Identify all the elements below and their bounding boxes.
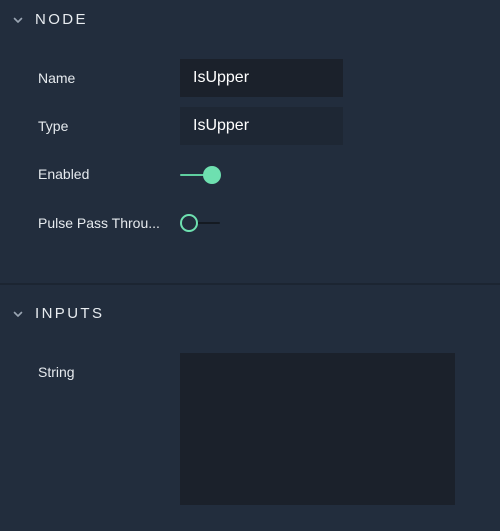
section-divider (0, 283, 500, 285)
chevron-down-icon[interactable] (12, 308, 24, 320)
node-section-title: NODE (35, 11, 88, 28)
pulse-pass-through-toggle[interactable] (180, 213, 222, 233)
name-label: Name (38, 70, 76, 86)
name-input[interactable]: IsUpper (180, 59, 343, 97)
properties-panel: NODE Name IsUpper Type IsUpper Enabled P… (0, 0, 500, 531)
chevron-down-icon[interactable] (12, 14, 24, 26)
pulse-pass-through-label: Pulse Pass Throu... (38, 215, 160, 231)
enabled-toggle[interactable] (180, 165, 222, 185)
enabled-label: Enabled (38, 166, 90, 182)
type-label: Type (38, 118, 69, 134)
toggle-knob[interactable] (203, 166, 221, 184)
toggle-knob[interactable] (180, 214, 198, 232)
inputs-section-header[interactable]: INPUTS (0, 299, 500, 329)
string-input[interactable] (180, 353, 455, 505)
string-label: String (38, 364, 75, 380)
inputs-section-title: INPUTS (35, 305, 105, 322)
type-value: IsUpper (180, 107, 343, 145)
node-section-header[interactable]: NODE (0, 5, 500, 35)
